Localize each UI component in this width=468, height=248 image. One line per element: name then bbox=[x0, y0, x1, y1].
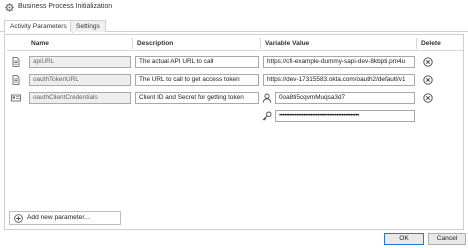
table-row-secret: ••••••••••••••••••••••••••••••••••••••••… bbox=[5, 108, 465, 124]
client-id-field[interactable]: 0oa8ti5cqvmMuqsa3d7 bbox=[275, 92, 415, 104]
add-parameter-button[interactable]: Add new parameter... bbox=[9, 211, 121, 225]
param-description-field[interactable]: Client ID and Secret for getting token bbox=[135, 92, 259, 104]
table-row: apiURL The actual API URL to call https:… bbox=[5, 54, 465, 70]
param-name-field[interactable]: oauthTokenURL bbox=[29, 74, 131, 86]
param-description-field[interactable]: The actual API URL to call bbox=[135, 56, 259, 68]
column-header-description[interactable]: Description bbox=[133, 38, 261, 49]
document-icon bbox=[12, 75, 20, 85]
user-icon bbox=[262, 93, 272, 103]
param-name-field[interactable]: apiURL bbox=[29, 56, 131, 68]
plus-circle-icon bbox=[14, 214, 23, 223]
param-value-field[interactable]: https://dev-17315583.okta.com/oauth2/def… bbox=[263, 74, 415, 86]
add-parameter-label: Add new parameter... bbox=[27, 214, 90, 221]
param-description-field[interactable]: The URL to call to get access token bbox=[135, 74, 259, 86]
tab-bar: Activity Parameters Settings bbox=[0, 18, 468, 33]
window-title: Business Process Initialization bbox=[18, 3, 113, 10]
column-header-variable-value[interactable]: Variable Value bbox=[261, 38, 417, 49]
credentials-icon bbox=[11, 94, 21, 102]
header-divider bbox=[7, 50, 463, 51]
title-bar: Business Process Initialization bbox=[0, 0, 468, 16]
client-secret-field[interactable]: ••••••••••••••••••••••••••••••••••••••••… bbox=[275, 110, 415, 122]
column-header-name[interactable]: Name bbox=[27, 38, 133, 49]
table-row: oauthTokenURL The URL to call to get acc… bbox=[5, 72, 465, 88]
tab-activity-parameters[interactable]: Activity Parameters bbox=[4, 20, 73, 33]
ok-button[interactable]: OK bbox=[384, 233, 424, 245]
column-header-delete: Delete bbox=[421, 40, 441, 47]
app-gear-icon bbox=[5, 3, 14, 12]
param-value-field[interactable]: https://cfi-example-dummy-sapi-dev-8kbpt… bbox=[263, 56, 415, 68]
cancel-button[interactable]: Cancel bbox=[428, 233, 466, 245]
tab-settings[interactable]: Settings bbox=[70, 20, 106, 32]
delete-icon[interactable] bbox=[423, 75, 433, 85]
document-icon bbox=[12, 57, 20, 67]
delete-icon[interactable] bbox=[423, 93, 433, 103]
param-name-field[interactable]: oauthClientCredentials bbox=[29, 92, 131, 104]
parameters-panel: Name Description Variable Value Delete a… bbox=[4, 34, 464, 230]
key-icon bbox=[262, 111, 272, 121]
table-row: oauthClientCredentials Client ID and Sec… bbox=[5, 90, 465, 106]
delete-icon[interactable] bbox=[423, 57, 433, 67]
